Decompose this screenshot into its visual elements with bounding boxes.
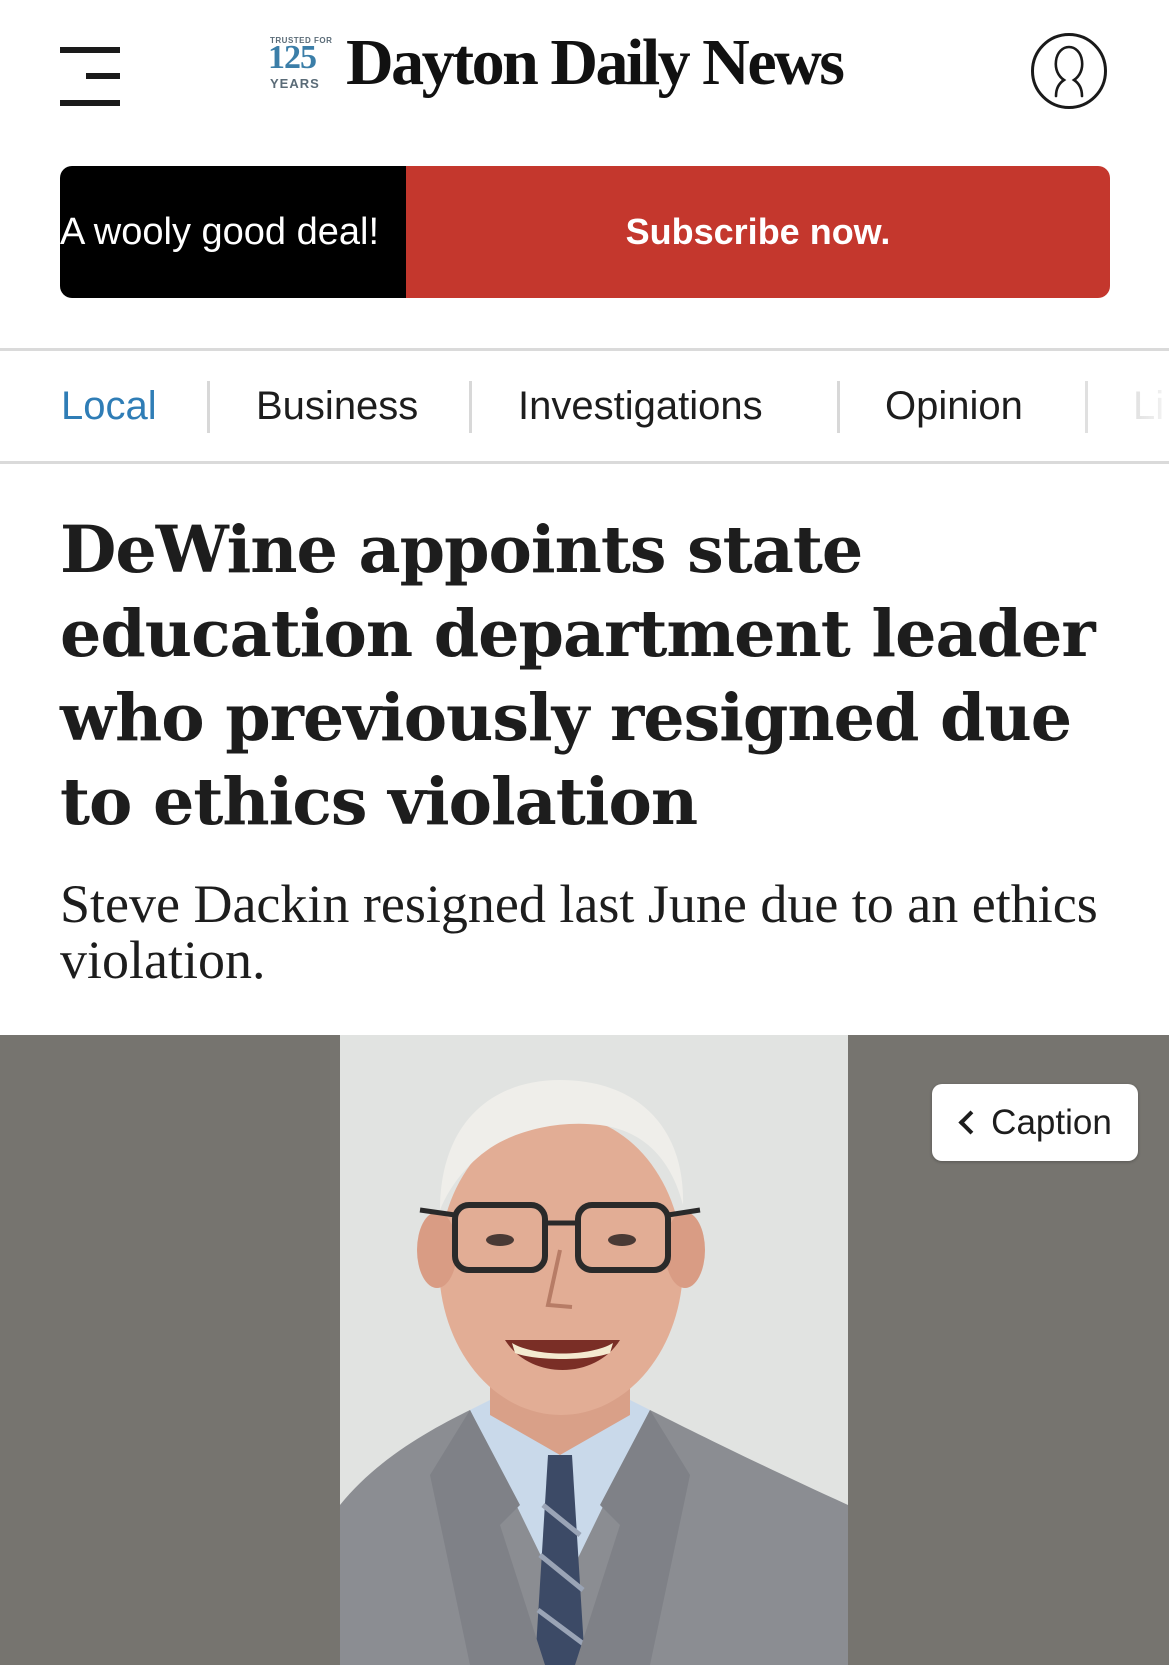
promo-tagline: A wooly good deal! [60, 166, 406, 298]
subscribe-promo-banner[interactable]: A wooly good deal! Subscribe now. [60, 166, 1110, 298]
nav-divider [469, 381, 472, 433]
badge-years-text: YEARS [270, 76, 320, 91]
nav-item-local[interactable]: Local [61, 351, 157, 461]
site-name: Dayton Daily News [346, 26, 845, 99]
site-logo[interactable]: TRUSTED FOR 125 YEARS Dayton Daily News [268, 26, 845, 99]
article-headline: DeWine appoints state education departme… [60, 512, 1096, 840]
site-header: TRUSTED FOR 125 YEARS Dayton Daily News [0, 0, 1169, 150]
chevron-left-icon [958, 1110, 983, 1135]
nav-divider [207, 381, 210, 433]
nav-item-opinion[interactable]: Opinion [885, 351, 1023, 461]
nav-scroll-fade [1060, 351, 1169, 461]
nav-divider [837, 381, 840, 433]
article-subheadline: Steve Dackin resigned last June due to a… [60, 874, 1098, 990]
badge-number: 125 [268, 39, 317, 76]
section-nav: Local Business Investigations Opinion Li [0, 348, 1169, 464]
hamburger-menu-icon[interactable] [58, 45, 122, 109]
subscribe-button[interactable]: Subscribe now. [406, 166, 1110, 298]
125-years-badge: TRUSTED FOR 125 YEARS [268, 32, 340, 94]
nav-item-business[interactable]: Business [256, 351, 418, 461]
user-account-icon[interactable] [1031, 33, 1107, 109]
caption-button[interactable]: Caption [932, 1084, 1138, 1161]
nav-item-investigations[interactable]: Investigations [518, 351, 763, 461]
caption-button-label: Caption [991, 1102, 1112, 1142]
